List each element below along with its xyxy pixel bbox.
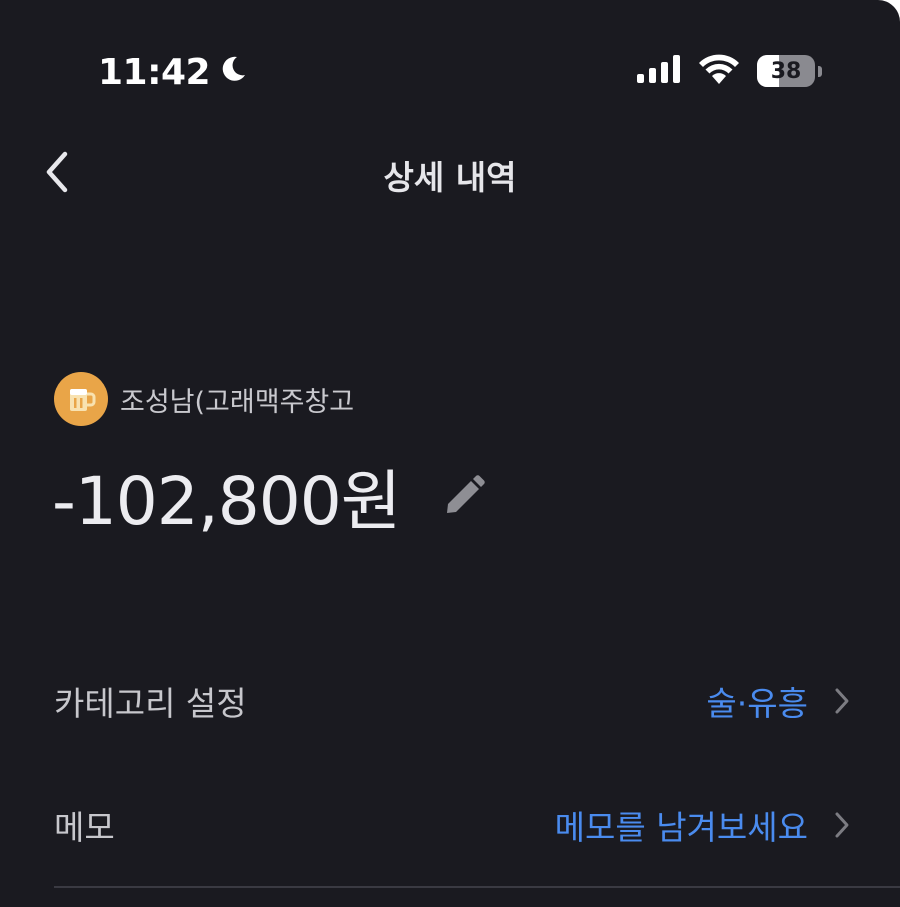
merchant-info: 조성남(고래맥주창고 (54, 372, 354, 426)
memo-placeholder: 메모를 남겨보세요 (554, 808, 808, 847)
category-row[interactable]: 카테고리 설정 술·유흥 (54, 666, 850, 736)
status-time-text: 11:42 (98, 52, 211, 93)
category-value: 술·유흥 (706, 684, 808, 723)
edit-amount-button[interactable] (440, 472, 488, 520)
amount-section: -102,800원 (52, 448, 488, 544)
chevron-right-icon (835, 812, 849, 838)
battery-level-text: 38 (770, 58, 802, 84)
memo-label: 메모 (54, 808, 115, 847)
beer-mug-icon (70, 389, 96, 411)
memo-value-group: 메모를 남겨보세요 (555, 801, 850, 849)
divider (54, 886, 900, 888)
pencil-icon (447, 475, 486, 513)
chevron-right-icon (835, 688, 849, 714)
transaction-amount: -102,800원 (52, 463, 401, 540)
battery-indicator: 38 (757, 55, 815, 87)
screen: 11:42 38 상세 내역 조성남(고래맥주창고 -102,800원 카테고리… (0, 0, 900, 907)
memo-row[interactable]: 메모 메모를 남겨보세요 (54, 790, 850, 860)
merchant-name: 조성남(고래맥주창고 (120, 386, 355, 418)
status-indicators: 38 (637, 54, 822, 88)
category-label: 카테고리 설정 (54, 684, 247, 723)
moon-icon (218, 52, 248, 93)
battery-nub (818, 65, 822, 77)
wifi-icon (699, 54, 739, 88)
category-value-group: 술·유흥 (706, 677, 850, 725)
merchant-avatar (54, 372, 108, 426)
cellular-signal-icon (637, 55, 681, 87)
status-time: 11:42 (98, 52, 248, 93)
page-title: 상세 내역 (383, 158, 517, 197)
